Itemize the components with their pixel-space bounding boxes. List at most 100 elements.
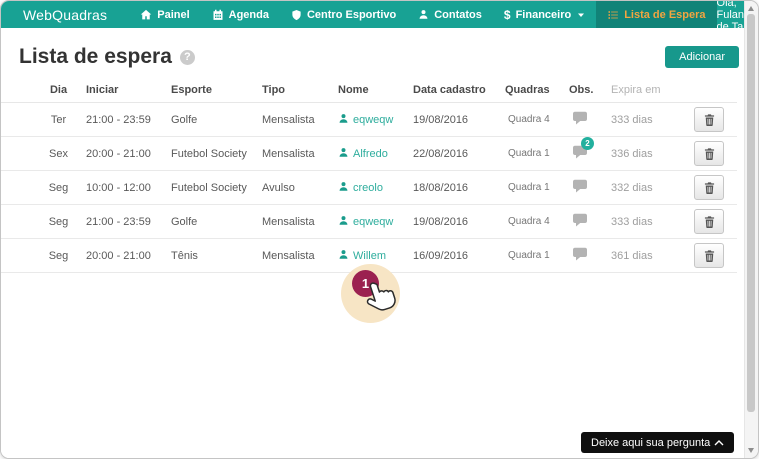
waitlist-table: Dia Iniciar Esporte Tipo Nome Data cadastro Qu… [1,77,745,273]
cell-nome: eqweqw [338,215,413,229]
cell-actions [681,243,731,268]
delete-button[interactable] [694,141,724,166]
comment-icon[interactable]: 2 [572,137,594,159]
trash-icon [704,147,715,160]
cell-obs [569,179,611,196]
table-row: Seg 21:00 - 23:59 Golfe Mensalista eqweqw 19/… [1,205,737,239]
cell-dia: Seg [48,249,69,262]
table-body: Ter 21:00 - 23:59 Golfe Mensalista eqweqw 19/… [1,103,745,273]
delete-button[interactable] [694,107,724,132]
contact-link[interactable]: Alfredo [338,147,388,161]
contact-link[interactable]: Willem [338,249,386,263]
user-icon [418,9,429,20]
cell-actions [681,141,731,166]
trash-icon [704,215,715,228]
nav-item-lista-de-espera[interactable]: Lista de Espera [596,1,717,28]
contact-name: eqweqw [353,215,394,228]
cell-iniciar: 20:00 - 21:00 [86,249,151,262]
cell-tipo: Mensalista [262,215,315,228]
comment-icon[interactable] [572,111,589,125]
column-header-dia: Dia [49,83,68,96]
cell-data-cadastro: 19/08/2016 [413,215,469,228]
chat-widget[interactable]: Deixe aqui sua pergunta [581,432,734,453]
cell-tipo: Avulso [262,181,295,194]
trash-icon [704,113,715,126]
nav-item-label: Lista de Espera [624,8,706,21]
cell-expira-em: 332 dias [611,181,653,194]
cell-obs [569,247,611,264]
delete-button[interactable] [694,209,724,234]
cell-esporte: Futebol Society [171,181,247,194]
chevron-up-icon [714,437,724,449]
brand-link[interactable]: WebQuadras [1,1,129,28]
cell-nome: creolo [338,181,413,195]
nav-item-label: Financeiro [515,8,572,21]
cell-esporte: Futebol Society [171,147,247,160]
contact-link[interactable]: eqweqw [338,215,393,229]
column-header-tipo: Tipo [262,83,286,96]
nav-item-contatos[interactable]: Contatos [407,1,493,28]
comment-icon[interactable] [572,213,589,227]
contact-name: Alfredo [353,147,388,160]
contact-name: creolo [353,181,383,194]
contact-link[interactable]: eqweqw [338,113,393,127]
table-row: Seg 20:00 - 21:00 Tênis Mensalista Willem 16/… [1,239,737,273]
cell-tipo: Mensalista [262,147,315,160]
nav-item-label: Painel [157,8,190,21]
cell-quadras: Quadra 1 [508,148,550,159]
contact-link[interactable]: creolo [338,181,383,195]
cell-dia: Seg [48,181,69,194]
cell-obs [569,213,611,230]
cell-tipo: Mensalista [262,113,315,126]
nav-item-centro-esportivo[interactable]: Centro Esportivo [280,1,407,28]
cell-nome: Willem [338,249,413,263]
cell-obs [569,111,611,128]
nav-item-label: Centro Esportivo [306,8,397,21]
question-icon[interactable] [179,49,195,65]
trash-icon [704,249,715,262]
comment-icon[interactable] [572,247,589,261]
add-button[interactable]: Adicionar [665,46,739,68]
person-icon [338,249,349,263]
chat-label: Deixe aqui sua pergunta [591,436,711,449]
cell-iniciar: 21:00 - 23:59 [86,215,151,228]
hand-cursor-icon [366,282,396,311]
nav-item-painel[interactable]: Painel [129,1,200,28]
contact-name: eqweqw [353,113,394,126]
cell-dia: Ter [50,113,67,126]
cell-esporte: Tênis [171,249,198,262]
nav-item-label: Contatos [434,8,482,21]
cell-data-cadastro: 19/08/2016 [413,113,469,126]
cell-actions [681,209,731,234]
delete-button[interactable] [694,175,724,200]
column-header-esporte: Esporte [171,83,212,96]
column-header-iniciar: Iniciar [86,83,119,96]
cell-data-cadastro: 22/08/2016 [413,147,469,160]
scroll-up-arrow[interactable] [748,6,754,11]
comment-icon[interactable] [572,179,589,193]
person-icon [338,181,349,195]
cell-quadras: Quadra 4 [508,114,550,125]
cell-expira-em: 336 dias [611,147,653,160]
app-window: WebQuadras Painel Agenda Centro Esportivo C… [0,0,759,459]
nav-item-financeiro[interactable]: $ Financeiro [493,1,596,28]
table-row: Ter 21:00 - 23:59 Golfe Mensalista eqweqw 19/… [1,103,737,137]
shield-icon [291,9,302,21]
cell-obs: 2 [569,137,611,162]
table-row: Seg 10:00 - 12:00 Futebol Society Avulso cre… [1,171,737,205]
nav-menu: Painel Agenda Centro Esportivo Contatos $ Fin… [129,1,717,28]
scroll-down-arrow[interactable] [748,448,754,453]
home-icon [140,9,152,21]
scrollbar [744,1,758,458]
column-header-quadras: Quadras [505,83,550,96]
table-row: Sex 20:00 - 21:00 Futebol Society Mensalist… [1,137,737,171]
scrollbar-thumb[interactable] [747,14,755,412]
cell-quadras: Quadra 4 [508,216,550,227]
main-content: Lista de espera Adicionar Dia Iniciar Espo… [1,28,745,458]
cell-esporte: Golfe [171,215,198,228]
cell-dia: Seg [48,215,69,228]
nav-item-label: Agenda [228,8,269,21]
nav-item-agenda[interactable]: Agenda [201,1,280,28]
delete-button[interactable] [694,243,724,268]
cell-esporte: Golfe [171,113,198,126]
